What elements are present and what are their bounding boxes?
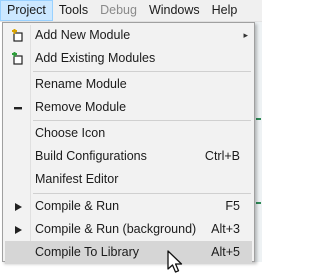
menu-item-label: Compile & Run	[35, 199, 120, 213]
menu-item-label: Compile To Library	[35, 245, 139, 259]
menu-item-label: Compile & Run (background)	[35, 222, 197, 236]
submenu-arrow-icon: ▸	[243, 30, 248, 40]
marker-tick	[256, 118, 261, 120]
editor-scroll-margin	[255, 22, 262, 276]
menu-item-compile-run-background[interactable]: Compile & Run (background) Alt+3	[5, 218, 252, 241]
menu-separator	[33, 71, 251, 72]
menu-item-rename-module[interactable]: Rename Module	[5, 73, 252, 96]
menu-help[interactable]: Help	[206, 0, 244, 21]
menu-debug[interactable]: Debug	[94, 0, 143, 21]
menu-bar: Project Tools Debug Windows Help	[0, 0, 262, 22]
menu-item-compile-to-library[interactable]: Compile To Library Alt+5	[5, 241, 252, 264]
menu-item-label: Rename Module	[35, 77, 127, 91]
menu-tools[interactable]: Tools	[53, 0, 94, 21]
menu-item-label: Build Configurations	[35, 149, 147, 163]
shortcut-label: Alt+5	[211, 245, 240, 259]
editor-background	[0, 262, 262, 276]
menu-item-label: Remove Module	[35, 100, 127, 114]
menu-item-manifest-editor[interactable]: Manifest Editor	[5, 168, 252, 191]
menu-item-choose-icon[interactable]: Choose Icon	[5, 122, 252, 145]
play-icon	[5, 195, 31, 218]
play-icon	[5, 218, 31, 241]
project-dropdown-menu: Add New Module ▸ Add Existing Modules Re…	[2, 22, 255, 264]
marker-tick	[256, 202, 261, 204]
menu-item-label: Choose Icon	[35, 126, 106, 140]
shortcut-label: Alt+3	[211, 222, 240, 236]
mouse-pointer-icon	[167, 250, 183, 273]
menu-windows[interactable]: Windows	[143, 0, 206, 21]
menu-item-label: Add New Module	[35, 28, 131, 42]
menu-project[interactable]: Project	[0, 0, 53, 21]
menu-item-add-new-module[interactable]: Add New Module ▸	[5, 24, 252, 47]
add-existing-modules-icon	[5, 47, 31, 70]
menu-item-label: Add Existing Modules	[35, 51, 156, 65]
minus-icon	[5, 96, 31, 119]
menu-separator	[33, 120, 251, 121]
add-new-module-icon	[5, 24, 31, 47]
shortcut-label: Ctrl+B	[204, 149, 240, 163]
menu-separator	[33, 193, 251, 194]
menu-item-add-existing-modules[interactable]: Add Existing Modules	[5, 47, 252, 70]
menu-item-compile-run[interactable]: Compile & Run F5	[5, 195, 252, 218]
shortcut-label: F5	[225, 199, 240, 213]
menu-item-build-configurations[interactable]: Build Configurations Ctrl+B	[5, 145, 252, 168]
menu-item-remove-module[interactable]: Remove Module	[5, 96, 252, 119]
menu-item-label: Manifest Editor	[35, 172, 119, 186]
